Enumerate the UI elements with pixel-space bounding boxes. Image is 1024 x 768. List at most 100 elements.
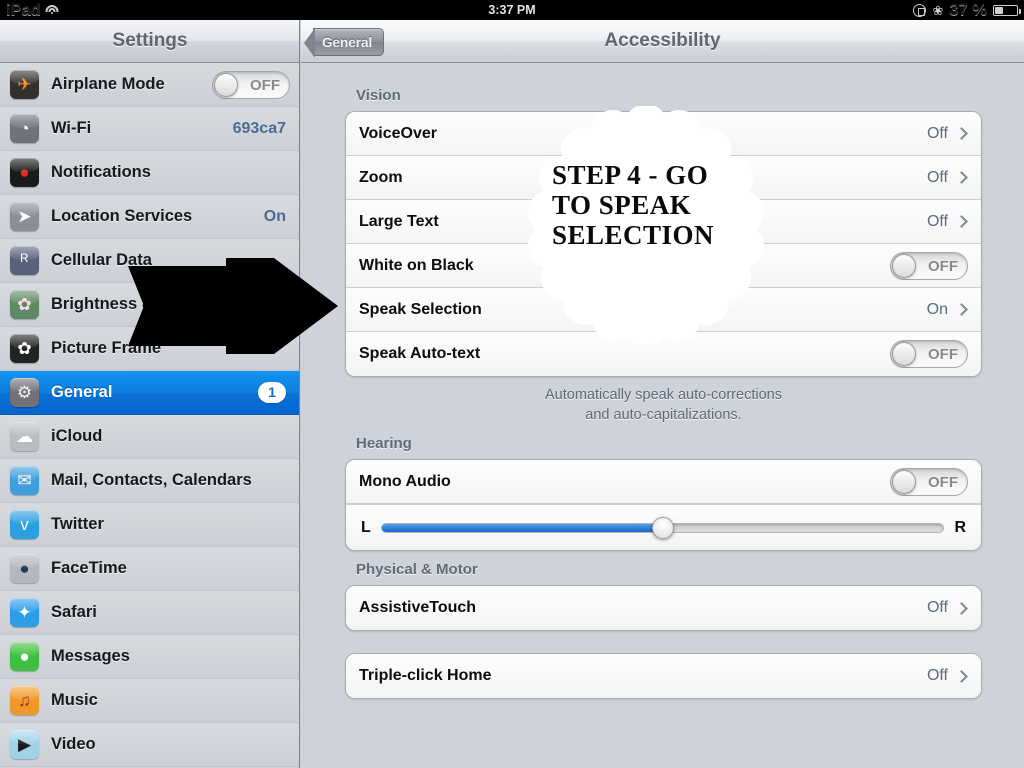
- row-label: White on Black: [359, 256, 474, 274]
- status-bar: iPad 3:37 PM ❀ 37 %: [0, 0, 1024, 20]
- sidebar-list: ✈ Airplane Mode OFF ◔ Wi-Fi 693ca7 ● Notificati…: [0, 63, 299, 767]
- row-label: AssistiveTouch: [359, 599, 477, 616]
- content-navbar: General Accessibility: [301, 20, 1024, 63]
- slider-thumb[interactable]: [651, 516, 674, 539]
- wifi-icon: ◔: [10, 114, 39, 143]
- back-button-label: General: [322, 34, 373, 50]
- messages-icon: ●: [10, 642, 39, 671]
- sidebar-item-label: Safari: [51, 603, 97, 621]
- sidebar-item-label: Picture Frame: [51, 339, 162, 357]
- sidebar-item-video[interactable]: ▶ Video: [0, 723, 299, 767]
- music-icon: ♫: [10, 686, 39, 715]
- sidebar-item-label: iCloud: [51, 427, 103, 445]
- notifications-icon: ●: [10, 158, 39, 187]
- settings-group: Mono Audio OFF L R: [345, 459, 982, 551]
- sidebar-item-airplane-mode[interactable]: ✈ Airplane Mode OFF: [0, 63, 299, 107]
- section-header: Physical & Motor: [356, 561, 478, 578]
- slider-fill: [381, 523, 663, 532]
- sidebar-item-picture-frame[interactable]: ✿ Picture Frame: [0, 327, 299, 371]
- sidebar-item-label: Messages: [51, 647, 130, 665]
- sidebar-item-messages[interactable]: ● Messages: [0, 635, 299, 679]
- page-title: Accessibility: [604, 30, 721, 51]
- sidebar-item-music[interactable]: ♫ Music: [0, 679, 299, 723]
- sidebar-item-wi-fi[interactable]: ◔ Wi-Fi 693ca7: [0, 107, 299, 151]
- sidebar-item-value: On: [263, 207, 286, 225]
- row-value: Off: [926, 168, 948, 186]
- airplane-mode-toggle[interactable]: OFF: [212, 70, 290, 99]
- sidebar-item-label: Wi-Fi: [51, 119, 92, 137]
- settings-sidebar: Settings ✈ Airplane Mode OFF ◔ Wi-Fi 693ca7 ● N…: [0, 20, 300, 768]
- settings-group: Triple-click Home Off: [345, 653, 982, 699]
- settings-group: VoiceOver Off Zoom Off Large Text Off White on…: [345, 111, 982, 377]
- row-toggle[interactable]: OFF: [890, 467, 968, 496]
- section-footnote: Automatically speak auto-corrections and …: [545, 387, 782, 423]
- sidebar-item-facetime[interactable]: ● FaceTime: [0, 547, 299, 591]
- sidebar-item-label: General: [51, 383, 113, 401]
- location-icon: ➤: [10, 202, 39, 231]
- sidebar-title: Settings: [112, 30, 188, 51]
- row-label: Mono Audio: [359, 472, 451, 490]
- row-label: Zoom: [359, 168, 403, 186]
- chevron-right-icon: [955, 669, 968, 683]
- row-mono-audio[interactable]: Mono Audio OFF: [346, 460, 981, 504]
- row-large-text[interactable]: Large Text Off: [346, 200, 981, 244]
- toggle-knob: [214, 72, 238, 97]
- bluetooth-icon: ❀: [932, 2, 944, 18]
- safari-icon: ✦: [10, 598, 39, 627]
- settings-group: AssistiveTouch Off: [345, 585, 982, 631]
- row-zoom[interactable]: Zoom Off: [346, 156, 981, 200]
- sidebar-item-label: Notifications: [51, 163, 151, 181]
- sidebar-item-label: Twitter: [51, 515, 104, 533]
- sidebar-item-mail-contacts-calendars[interactable]: ✉ Mail, Contacts, Calendars: [0, 459, 299, 503]
- facetime-icon: ●: [10, 554, 39, 583]
- battery-icon: [993, 4, 1021, 16]
- sidebar-item-twitter[interactable]: ᴠ Twitter: [0, 503, 299, 547]
- audio-balance-slider-row: LR: [346, 504, 981, 550]
- row-label: Triple-click Home: [359, 667, 492, 684]
- sidebar-item-label: Mail, Contacts, Calendars: [51, 471, 252, 489]
- sidebar-item-cellular-data[interactable]: ᴿ Cellular Data: [0, 239, 299, 283]
- row-voiceover[interactable]: VoiceOver Off: [346, 112, 981, 156]
- sidebar-item-notifications[interactable]: ● Notifications: [0, 151, 299, 195]
- icloud-icon: ☁: [10, 422, 39, 451]
- row-speak-auto-text[interactable]: Speak Auto-text OFF: [346, 332, 981, 376]
- toggle-label: OFF: [928, 346, 958, 363]
- toggle-knob: [892, 469, 916, 494]
- battery-percent: 37 %: [949, 0, 987, 19]
- toggle-knob: [892, 253, 916, 278]
- sidebar-item-safari[interactable]: ✦ Safari: [0, 591, 299, 635]
- row-value: Off: [926, 124, 948, 142]
- row-toggle[interactable]: OFF: [890, 251, 968, 280]
- brightness-wallpaper-icon: ✿: [10, 290, 39, 319]
- toggle-knob: [892, 342, 916, 366]
- row-value: Off: [926, 599, 948, 616]
- general-gear-icon: ⚙: [10, 378, 39, 407]
- sidebar-item-label: Cellular Data: [51, 251, 152, 269]
- sidebar-item-location-services[interactable]: ➤ Location Services On: [0, 195, 299, 239]
- back-button-general[interactable]: General: [303, 28, 385, 58]
- mail-icon: ✉: [10, 466, 39, 495]
- sidebar-item-label: Music: [51, 691, 98, 709]
- audio-balance-slider[interactable]: [380, 516, 945, 539]
- chevron-right-icon: [955, 215, 968, 228]
- sidebar-item-icloud[interactable]: ☁ iCloud: [0, 415, 299, 459]
- status-bar-clock: 3:37 PM: [488, 3, 536, 17]
- row-speak-selection[interactable]: Speak Selection On: [346, 288, 981, 332]
- sidebar-item-brightness[interactable]: ✿ Brightness &: [0, 283, 299, 327]
- sidebar-item-general[interactable]: ⚙ General 1: [0, 371, 299, 415]
- ipad-settings-screen: iPad 3:37 PM ❀ 37 % Settings ✈ Airplane M…: [0, 0, 1024, 768]
- airplane-icon: ✈: [10, 70, 39, 99]
- row-assistivetouch[interactable]: AssistiveTouch Off: [346, 586, 981, 630]
- row-label: Speak Auto-text: [359, 345, 481, 362]
- sidebar-item-label: Video: [51, 735, 96, 753]
- sidebar-item-value: 693ca7: [232, 119, 286, 137]
- row-value: Off: [926, 212, 948, 230]
- picture-frame-icon: ✿: [10, 334, 39, 363]
- chevron-right-icon: [955, 171, 968, 184]
- row-toggle[interactable]: OFF: [890, 340, 968, 368]
- row-white-on-black[interactable]: White on Black OFF: [346, 244, 981, 288]
- sidebar-navbar: Settings: [0, 20, 299, 63]
- cellular-icon: ᴿ: [10, 246, 39, 275]
- row-triple-click-home[interactable]: Triple-click Home Off: [346, 654, 981, 698]
- row-value: On: [926, 300, 948, 318]
